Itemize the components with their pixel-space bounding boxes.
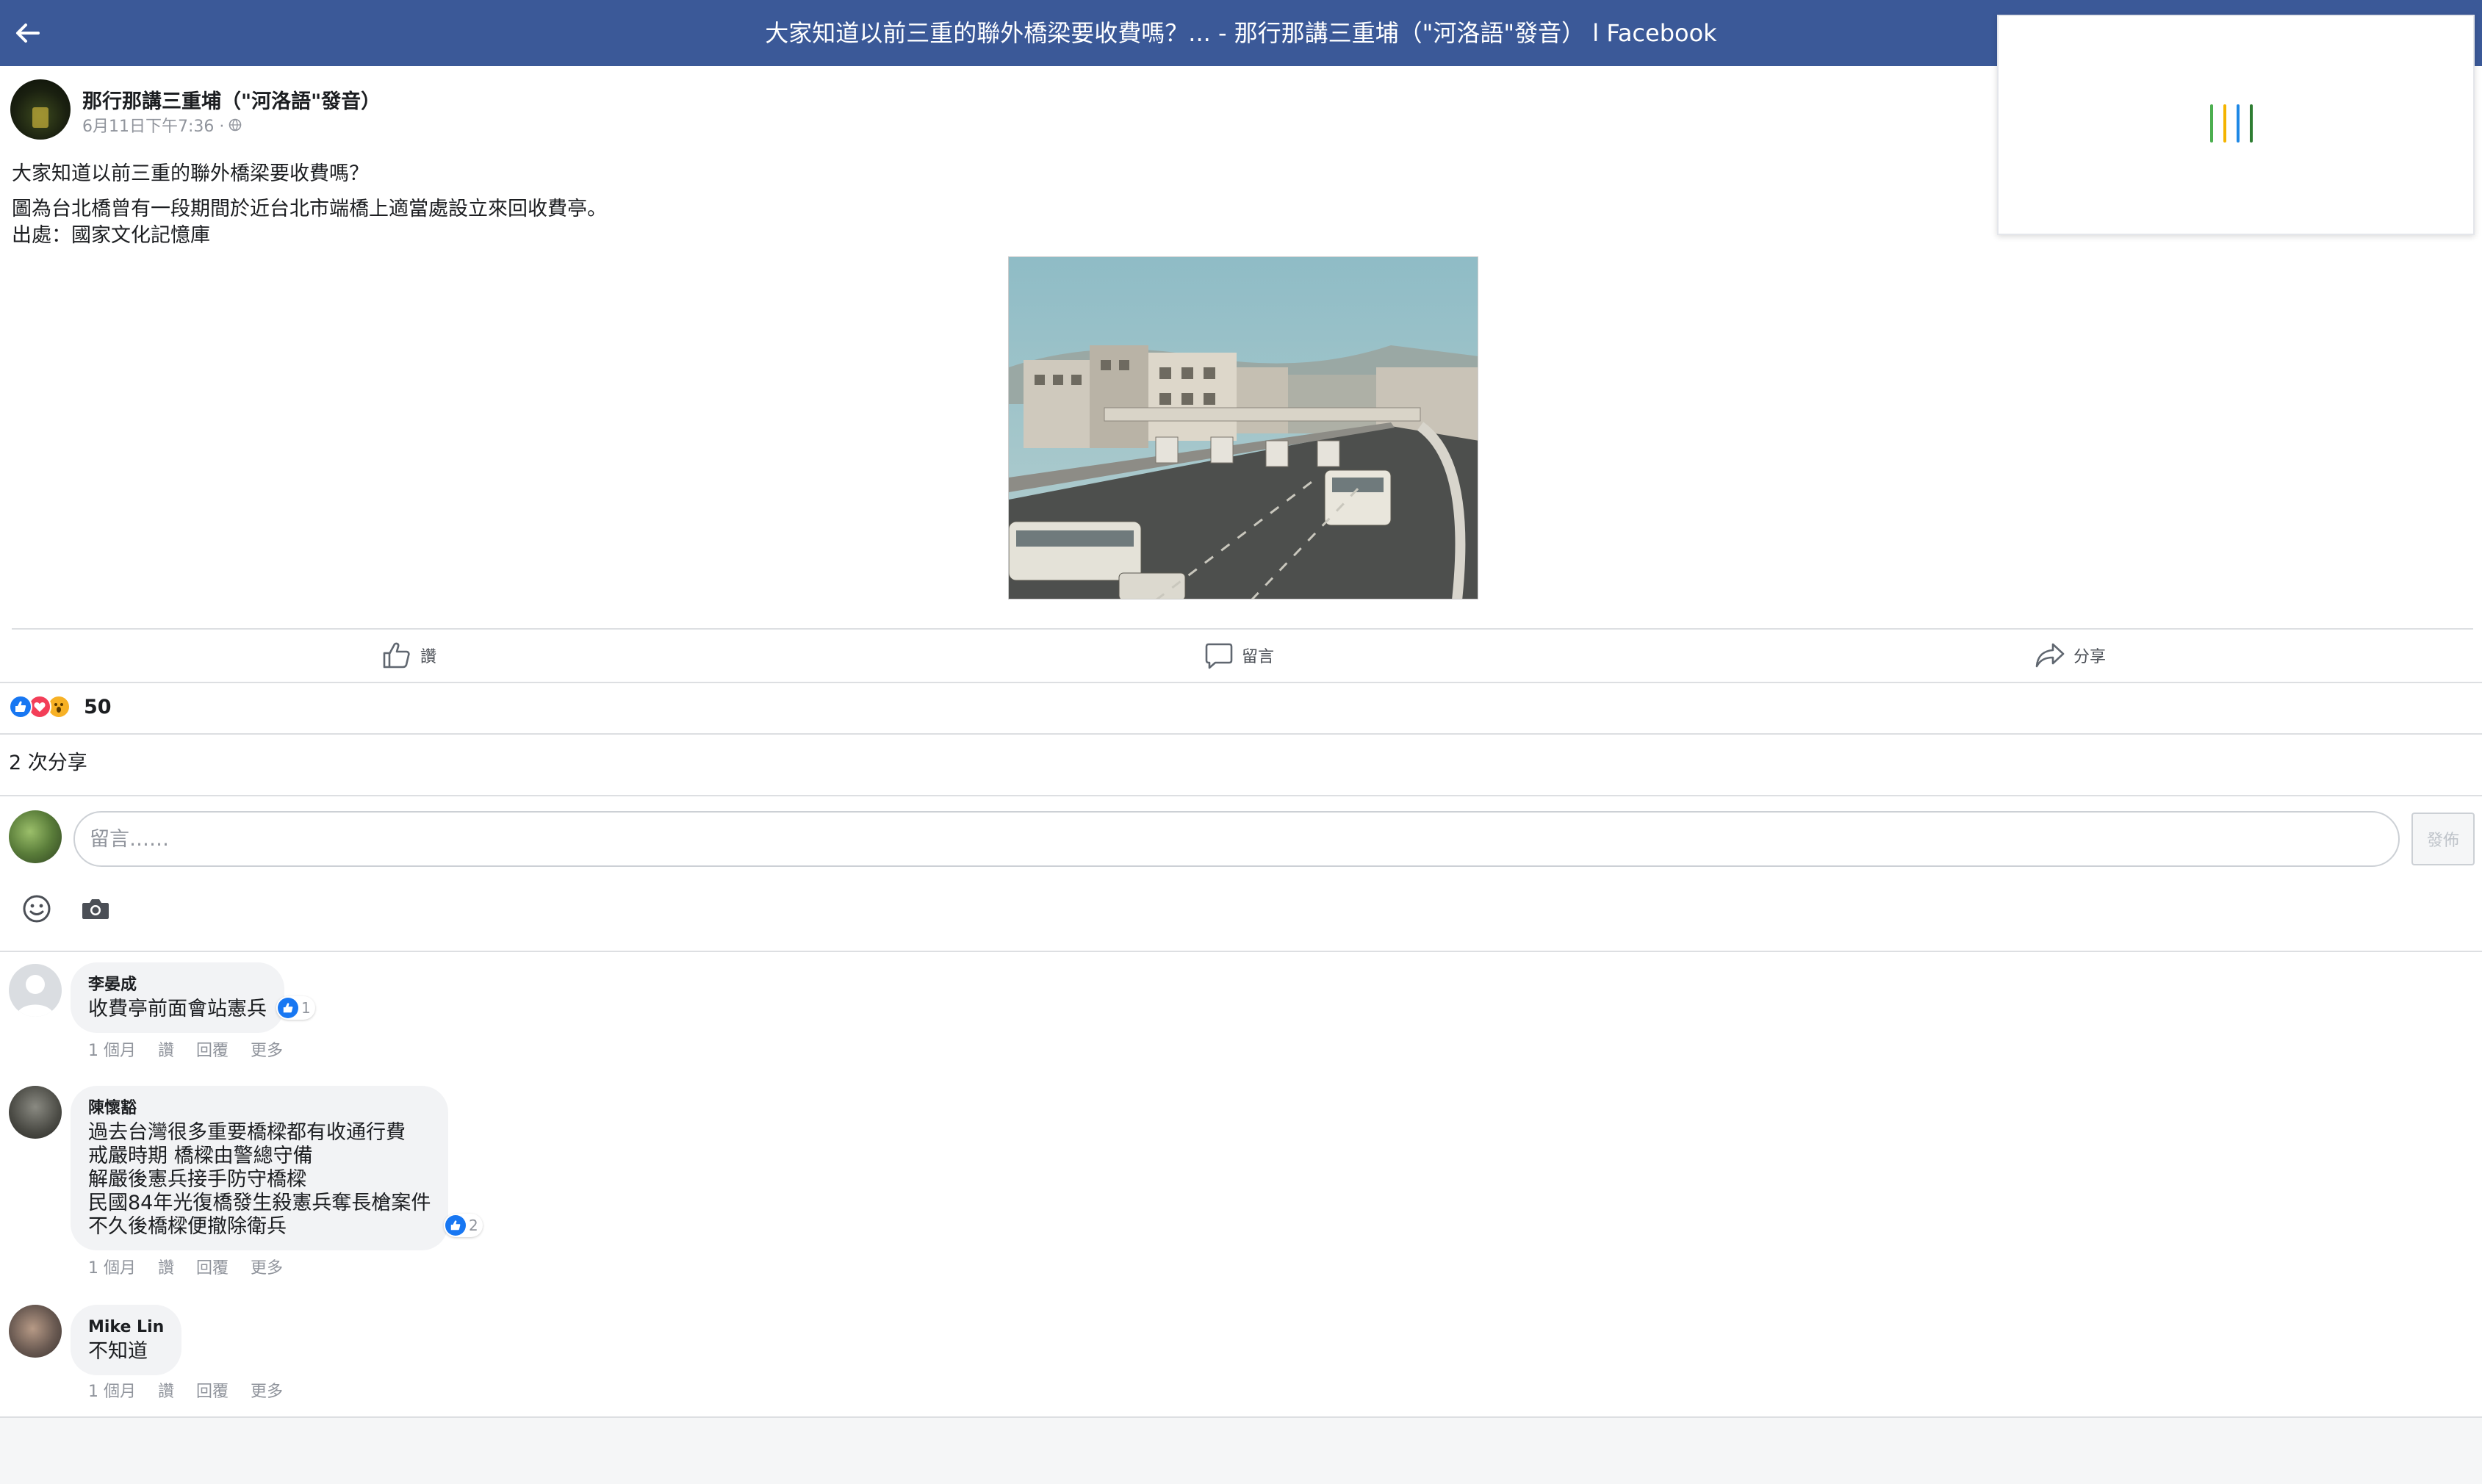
post-author[interactable]: 那行那講三重埔（"河洛語"發音） — [82, 85, 381, 114]
comment-more-link[interactable]: 更多 — [251, 1378, 283, 1402]
commenter-avatar[interactable] — [9, 964, 62, 1017]
post-timestamp[interactable]: 6月11日下午7:36 · — [82, 113, 224, 137]
commenter-avatar[interactable] — [9, 1086, 62, 1139]
comment-like-link[interactable]: 讚 — [158, 1037, 174, 1061]
comment-time: 1 個月 — [88, 1042, 136, 1060]
comment-bubble: 陳懷豁 過去台灣很多重要橋樑都有收通行費 戒嚴時期 橋樑由警總守備 解嚴後憲兵接… — [71, 1086, 449, 1250]
emoji-button[interactable] — [21, 893, 53, 925]
like-reaction-icon — [445, 1215, 466, 1236]
comment-bubble: 李晏成 收費亭前面會站憲兵 — [71, 962, 284, 1033]
spinner-bar — [2223, 104, 2226, 143]
comment-time: 1 個月 — [88, 1259, 136, 1278]
comment-button[interactable]: 留言 — [1205, 638, 1274, 673]
comment-more-link[interactable]: 更多 — [251, 1255, 283, 1278]
divider — [0, 951, 2482, 952]
toll-booth-photo — [1009, 257, 1478, 599]
comment-text: 戒嚴時期 橋樑由警總守備 — [88, 1145, 313, 1167]
loading-popup — [1997, 15, 2475, 235]
comment-like-link[interactable]: 讚 — [158, 1378, 174, 1402]
loading-spinner-icon — [2210, 104, 2269, 145]
comment-like-number: 1 — [301, 999, 311, 1017]
like-button[interactable]: 讚 — [382, 638, 436, 673]
post-text-line: 大家知道以前三重的聯外橋梁要收費嗎？ — [12, 162, 369, 185]
current-user-avatar — [9, 810, 62, 863]
share-button[interactable]: 分享 — [2035, 638, 2106, 673]
commenter-avatar[interactable] — [9, 1305, 62, 1358]
divider — [12, 628, 2473, 630]
thumbs-up-icon — [383, 642, 410, 669]
commenter-name[interactable]: 陳懷豁 — [88, 1096, 431, 1121]
comment-like-number: 2 — [469, 1217, 478, 1234]
post-comment-button[interactable]: 發佈 — [2411, 813, 2475, 865]
comment-text: 過去台灣很多重要橋樑都有收通行費 — [88, 1121, 406, 1144]
comment-text: 不知道 — [88, 1340, 148, 1363]
like-reaction-icon — [278, 998, 298, 1018]
comment-reply-link[interactable]: 回覆 — [196, 1378, 229, 1402]
comment-like-link[interactable]: 讚 — [158, 1255, 174, 1278]
commenter-name[interactable]: Mike Lin — [88, 1315, 164, 1340]
post-meta: 6月11日下午7:36 · — [82, 113, 242, 137]
share-icon — [2035, 643, 2065, 668]
spinner-bar — [2250, 104, 2253, 143]
post-text-line: 出處：國家文化記憶庫 — [12, 224, 210, 247]
photo-button[interactable] — [79, 893, 112, 925]
globe-icon — [229, 118, 242, 132]
divider — [0, 733, 2482, 735]
camera-icon — [82, 899, 109, 919]
comment-icon — [1205, 643, 1233, 669]
comment-reply-link[interactable]: 回覆 — [196, 1037, 229, 1061]
spinner-bar — [2237, 104, 2240, 143]
share-count[interactable]: 2 次分享 — [9, 746, 87, 775]
page-footer — [0, 1416, 2482, 1484]
reactions-summary[interactable]: 50 — [9, 695, 112, 718]
comment-actions: 1 個月 讚 回覆 更多 — [88, 1037, 283, 1061]
comment-bubble: Mike Lin 不知道 — [71, 1305, 182, 1375]
comment-like-count[interactable]: 1 — [276, 996, 315, 1020]
reaction-count: 50 — [84, 695, 112, 718]
comment-reply-link[interactable]: 回覆 — [196, 1255, 229, 1278]
comment-text: 收費亭前面會站憲兵 — [88, 998, 267, 1020]
comment-like-count[interactable]: 2 — [444, 1214, 483, 1237]
share-button-label: 分享 — [2073, 648, 2107, 666]
spinner-bar — [2210, 104, 2213, 143]
comment-input[interactable] — [73, 811, 2400, 867]
comment-time: 1 個月 — [88, 1383, 136, 1401]
like-button-label: 讚 — [420, 648, 437, 666]
comment-more-link[interactable]: 更多 — [251, 1037, 283, 1061]
page-avatar[interactable] — [10, 79, 71, 140]
smiley-icon — [23, 895, 51, 923]
comment-actions: 1 個月 讚 回覆 更多 — [88, 1255, 283, 1278]
post-text-line: 圖為台北橋曾有一段期間於近台北市端橋上適當處設立來回收費亭。 — [12, 198, 607, 220]
comment-button-label: 留言 — [1242, 648, 1275, 666]
like-reaction-icon — [9, 695, 32, 718]
comment-text: 解嚴後憲兵接手防守橋樑 — [88, 1168, 306, 1191]
comment-text: 不久後橋樑便撤除衛兵 — [88, 1215, 287, 1238]
comment-actions: 1 個月 讚 回覆 更多 — [88, 1378, 283, 1402]
divider — [0, 795, 2482, 796]
comment-text: 民國84年光復橋發生殺憲兵奪長槍案件 — [88, 1192, 431, 1214]
commenter-name[interactable]: 李晏成 — [88, 973, 267, 998]
divider — [0, 682, 2482, 683]
post-photo[interactable] — [1008, 256, 1478, 599]
